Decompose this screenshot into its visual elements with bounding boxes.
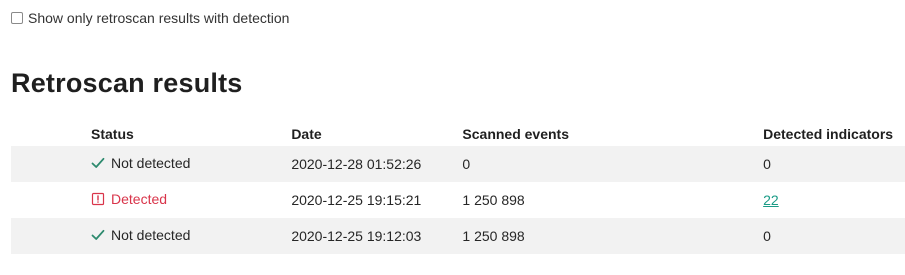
alert-icon bbox=[91, 192, 105, 206]
date-cell: 2020-12-28 01:52:26 bbox=[282, 146, 463, 182]
retroscan-results-table: Status Date Scanned events Detected indi… bbox=[11, 121, 905, 254]
column-header-status: Status bbox=[91, 125, 134, 142]
status-cell: Not detected bbox=[11, 146, 283, 182]
detected-indicators-cell: 22 bbox=[763, 182, 905, 218]
detected-indicators-cell: 0 bbox=[763, 218, 905, 254]
status-text: Not detected bbox=[111, 227, 191, 243]
status-cell: Not detected bbox=[11, 218, 283, 254]
date-cell: 2020-12-25 19:15:21 bbox=[291, 192, 422, 208]
scanned-events-cell: 0 bbox=[462, 146, 764, 182]
retroscan-panel: Show only retroscan results with detecti… bbox=[0, 0, 905, 275]
page-title: Retroscan results bbox=[11, 68, 243, 98]
status-ok: Not detected bbox=[91, 155, 190, 171]
scanned-events-cell: 1 250 898 bbox=[462, 218, 764, 254]
column-header-detected-indicators: Detected indicators bbox=[763, 125, 894, 142]
detected-indicators-cell: 0 bbox=[763, 146, 905, 182]
checkbox-box[interactable] bbox=[11, 12, 23, 24]
detection-filter-label: Show only retroscan results with detecti… bbox=[28, 10, 290, 26]
status-text: Detected bbox=[111, 191, 168, 207]
check-icon bbox=[91, 228, 105, 242]
table-row: Detected 2020-12-25 19:15:21 1 250 898 2… bbox=[11, 182, 905, 218]
status-detected: Detected bbox=[91, 191, 167, 207]
detected-indicators-link[interactable]: 22 bbox=[763, 192, 779, 208]
detection-filter-checkbox[interactable]: Show only retroscan results with detecti… bbox=[11, 10, 289, 26]
status-cell: Detected bbox=[11, 182, 282, 218]
check-icon bbox=[91, 156, 105, 170]
column-header-scanned-events: Scanned events bbox=[462, 125, 570, 142]
date-cell: 2020-12-25 19:12:03 bbox=[282, 218, 463, 254]
column-header-date: Date bbox=[291, 125, 322, 142]
status-text: Not detected bbox=[111, 155, 191, 171]
table-header-row: Status Date Scanned events Detected indi… bbox=[11, 121, 905, 146]
table-row: Not detected 2020-12-25 19:12:03 1 250 8… bbox=[11, 218, 905, 254]
status-ok: Not detected bbox=[91, 227, 190, 243]
scanned-events-cell: 1 250 898 bbox=[462, 192, 525, 208]
table-row: Not detected 2020-12-28 01:52:26 0 0 bbox=[11, 146, 905, 182]
